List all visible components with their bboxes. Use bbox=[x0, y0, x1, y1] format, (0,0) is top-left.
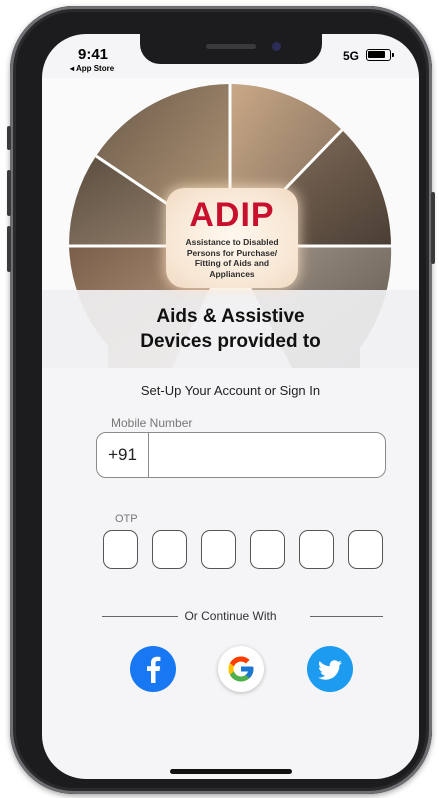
google-login-button[interactable] bbox=[218, 646, 264, 692]
twitter-login-button[interactable] bbox=[307, 646, 353, 692]
twitter-icon bbox=[318, 660, 342, 680]
adip-logo-card: ADIP Assistance to Disabled Persons for … bbox=[166, 188, 298, 288]
facebook-icon bbox=[147, 656, 161, 683]
power-button bbox=[431, 192, 435, 264]
adip-banner: ADIP Assistance to Disabled Persons for … bbox=[42, 78, 419, 368]
otp-input-group bbox=[103, 530, 383, 570]
volume-down-button bbox=[7, 226, 11, 272]
otp-label: OTP bbox=[115, 513, 138, 525]
banner-heading: Aids & Assistive Devices provided to bbox=[42, 304, 419, 354]
status-time: 9:41 bbox=[78, 46, 109, 63]
phone-frame: 9:41 ◂ App Store 5G ADIP Assistance to D… bbox=[7, 6, 435, 794]
app-screen: 9:41 ◂ App Store 5G ADIP Assistance to D… bbox=[42, 34, 419, 779]
banner-heading-line1: Aids & Assistive bbox=[156, 306, 305, 327]
network-indicator: 5G bbox=[342, 49, 359, 63]
silent-switch bbox=[7, 126, 11, 150]
banner-heading-line2: Devices provided to bbox=[140, 331, 321, 352]
google-icon bbox=[228, 656, 254, 682]
otp-digit-5[interactable] bbox=[299, 530, 334, 569]
otp-digit-2[interactable] bbox=[152, 530, 187, 569]
back-to-app-store-link[interactable]: ◂ App Store bbox=[70, 64, 114, 73]
otp-digit-1[interactable] bbox=[103, 530, 138, 569]
otp-digit-6[interactable] bbox=[348, 530, 383, 569]
country-code-selector[interactable]: +91 bbox=[97, 433, 149, 477]
signin-title: Set-Up Your Account or Sign In bbox=[140, 383, 321, 398]
mobile-number-field: +91 bbox=[96, 432, 386, 478]
adip-logo-subtitle: Assistance to Disabled Persons for Purch… bbox=[185, 237, 279, 279]
home-indicator bbox=[170, 769, 292, 774]
otp-digit-4[interactable] bbox=[250, 530, 285, 569]
otp-digit-3[interactable] bbox=[201, 530, 236, 569]
adip-logo-text: ADIP bbox=[189, 196, 275, 234]
facebook-login-button[interactable] bbox=[130, 646, 176, 692]
battery-icon bbox=[366, 49, 394, 61]
mobile-number-label: Mobile Number bbox=[111, 416, 193, 430]
volume-up-button bbox=[7, 170, 11, 216]
status-bar: 9:41 ◂ App Store 5G bbox=[42, 34, 419, 78]
mobile-number-input[interactable] bbox=[149, 433, 385, 477]
divider-right bbox=[310, 616, 383, 617]
